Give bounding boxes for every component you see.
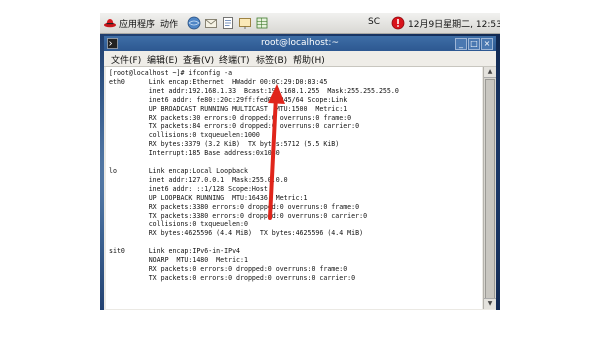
terminal-line: collisions:0 txqueuelen:1000 <box>109 131 260 140</box>
terminal-line: TX packets:3380 errors:0 dropped:0 overr… <box>109 211 368 220</box>
terminal-line: UP LOOPBACK RUNNING MTU:16436 Metric:1 <box>109 193 308 202</box>
terminal-line: TX packets:84 errors:0 dropped:0 overrun… <box>109 122 360 131</box>
menu-tabs[interactable]: 标签(B) <box>256 53 287 66</box>
scrollbar-thumb[interactable] <box>485 79 495 299</box>
terminal-line: RX packets:0 errors:0 dropped:0 overruns… <box>109 264 348 273</box>
terminal-line: lo Link encap:Local Loopback <box>109 166 248 175</box>
applications-menu[interactable]: 应用程序 <box>119 17 155 30</box>
office-icon[interactable] <box>221 16 235 30</box>
terminal-line: NOARP MTU:1480 Metric:1 <box>109 256 248 265</box>
menu-help[interactable]: 帮助(H) <box>293 53 325 66</box>
scroll-up-arrow-icon[interactable]: ▲ <box>484 67 496 78</box>
terminal-line: inet addr:127.0.0.1 Mask:255.0.0.0 <box>109 175 288 184</box>
presentation-icon[interactable] <box>238 16 252 30</box>
window-title: root@localhost:~ <box>260 38 340 48</box>
terminal-line: inet6 addr: fe80::20c:29ff:fed0:8345/64 … <box>109 95 348 104</box>
actions-menu[interactable]: 动作 <box>160 17 178 30</box>
terminal-line: RX bytes:4625596 (4.4 MiB) TX bytes:4625… <box>109 229 364 238</box>
spreadsheet-icon[interactable] <box>255 16 269 30</box>
terminal-line: inet addr:192.168.1.33 Bcast:192.168.1.2… <box>109 86 399 95</box>
window-titlebar[interactable]: root@localhost:~ _ □ × <box>104 36 496 51</box>
clock[interactable]: 12月9日星期二, 12:53 <box>408 17 500 30</box>
terminal-window[interactable]: root@localhost:~ _ □ × 文件(F) 编辑(E) 查看(V)… <box>104 36 496 310</box>
terminal-line: sit0 Link encap:IPv6-in-IPv4 <box>109 247 241 256</box>
terminal-line: eth0 Link encap:Ethernet HWaddr 00:0C:29… <box>109 77 328 86</box>
scroll-down-arrow-icon[interactable]: ▼ <box>484 298 496 309</box>
email-icon[interactable] <box>204 16 218 30</box>
top-panel: 应用程序 动作 SC 12月9日星期二, 12:53 <box>100 13 500 34</box>
minimize-button[interactable]: _ <box>455 38 467 50</box>
desktop-screen: 应用程序 动作 SC 12月9日星期二, 12:53 root@localhos… <box>100 13 500 310</box>
terminal-output[interactable]: [root@localhost ~]# ifconfig -a eth0 Lin… <box>106 67 482 309</box>
menu-edit[interactable]: 编辑(E) <box>147 53 178 66</box>
menu-view[interactable]: 查看(V) <box>183 53 214 66</box>
menu-terminal[interactable]: 终端(T) <box>219 53 250 66</box>
terminal-line: [root@localhost ~]# ifconfig -a <box>109 69 233 77</box>
terminal-line: RX bytes:3379 (3.2 KiB) TX bytes:5712 (5… <box>109 140 340 149</box>
terminal-line: TX packets:0 errors:0 dropped:0 overruns… <box>109 273 356 282</box>
redhat-icon[interactable] <box>104 17 116 28</box>
menubar: 文件(F) 编辑(E) 查看(V) 终端(T) 标签(B) 帮助(H) <box>104 51 496 67</box>
terminal-line: inet6 addr: ::1/128 Scope:Host <box>109 184 268 193</box>
web-browser-icon[interactable] <box>187 16 201 30</box>
close-button[interactable]: × <box>481 38 493 50</box>
menu-file[interactable]: 文件(F) <box>111 53 141 66</box>
terminal-line: RX packets:3380 errors:0 dropped:0 overr… <box>109 202 360 211</box>
maximize-button[interactable]: □ <box>468 38 480 50</box>
scrollbar[interactable]: ▲ ▼ <box>483 67 496 309</box>
terminal-line: RX packets:30 errors:0 dropped:0 overrun… <box>109 113 352 122</box>
terminal-line: collisions:0 txqueuelen:0 <box>109 220 248 229</box>
terminal-line: Interrupt:185 Base address:0x1080 <box>109 149 280 158</box>
update-alert-icon[interactable] <box>391 16 405 30</box>
terminal-line: UP BROADCAST RUNNING MULTICAST MTU:1500 … <box>109 104 348 113</box>
terminal-text: [root@localhost ~]# ifconfig -a eth0 Lin… <box>109 69 399 283</box>
sc-indicator[interactable]: SC <box>368 17 380 27</box>
